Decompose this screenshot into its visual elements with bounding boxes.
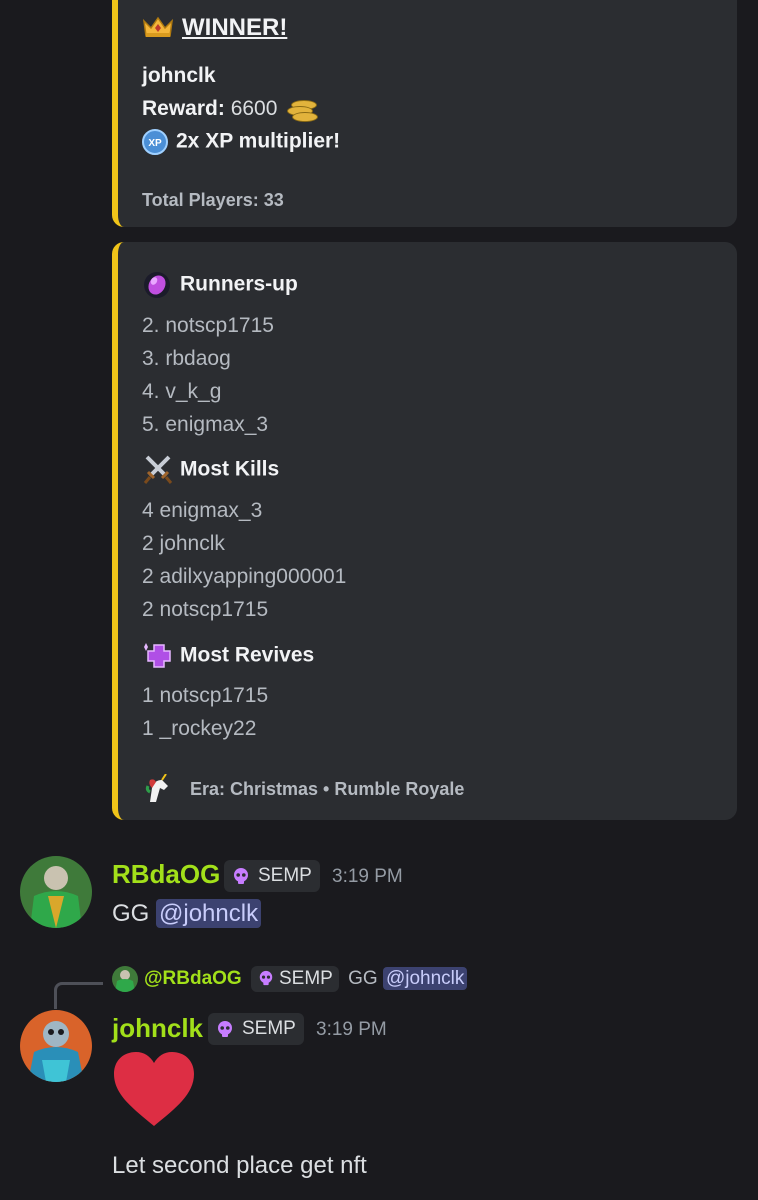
role-tag-label: SEMP (242, 1018, 296, 1039)
winner-title: WINNER! (182, 14, 288, 41)
most-revives-heading: Most Revives (142, 639, 314, 673)
skull-icon (259, 970, 273, 986)
reply-avatar (112, 966, 138, 992)
message-text: GG @johnclk (112, 899, 262, 928)
username[interactable]: RBdaOG (112, 859, 220, 890)
footer-text: Era: Christmas • Rumble Royale (190, 778, 465, 799)
winner-embed: WINNER! johnclk Reward: 6600 XP 2x XP mul… (112, 0, 737, 227)
role-tag-label: SEMP (258, 865, 312, 886)
reply-role-tag: SEMP (250, 966, 339, 993)
avatar[interactable] (20, 856, 92, 928)
list-item: 2. notscp1715 (142, 314, 274, 337)
most-kills-title: Most Kills (180, 457, 280, 481)
reward-label: Reward: (142, 97, 225, 120)
list-item: 2 notscp1715 (142, 598, 269, 621)
list-item: 2 johnclk (142, 532, 225, 555)
crossed-swords-icon (142, 454, 174, 486)
list-item: 4 enigmax_3 (142, 499, 263, 522)
skull-icon (218, 1021, 232, 1037)
most-revives-title: Most Revives (180, 643, 315, 667)
reward-row: Reward: 6600 (142, 97, 319, 123)
reply-connector (54, 982, 103, 1009)
most-kills-heading: Most Kills (142, 454, 279, 486)
list-item: 1 notscp1715 (142, 684, 269, 707)
results-embed: Runners-up 2. notscp1715 3. rbdaog 4. v_… (112, 242, 737, 820)
unicorn-icon (142, 773, 174, 806)
timestamp: 3:19 PM (332, 866, 403, 887)
list-item: 2 adilxyapping000001 (142, 565, 347, 588)
list-item: 3. rbdaog (142, 347, 231, 370)
username[interactable]: johnclk (112, 1013, 203, 1044)
revive-plus-icon (142, 639, 176, 673)
reward-value: 6600 (230, 97, 278, 120)
heart-emoji-icon (112, 1050, 196, 1133)
reply-username[interactable]: @RBdaOG (144, 968, 242, 989)
total-players: Total Players: 33 (142, 190, 284, 210)
role-tag[interactable]: SEMP (224, 860, 320, 892)
multiplier-text: 2x XP multiplier! (176, 129, 341, 153)
multiplier-row: XP 2x XP multiplier! (142, 129, 340, 155)
crown-icon (142, 15, 174, 39)
skull-icon (234, 868, 248, 884)
list-item: 4. v_k_g (142, 380, 222, 403)
coins-icon (287, 98, 319, 123)
xp-badge-icon: XP (142, 129, 168, 155)
reply-role-tag-label: SEMP (278, 968, 333, 990)
reply-text: GG (348, 968, 378, 990)
runners-up-title: Runners-up (180, 272, 298, 296)
reply-mention[interactable]: @johnclk (382, 967, 468, 991)
message-text-prefix: GG (112, 900, 150, 927)
purple-gem-icon (142, 270, 172, 300)
timestamp: 3:19 PM (316, 1019, 387, 1040)
avatar[interactable] (20, 1010, 92, 1082)
embed-footer: Era: Christmas • Rumble Royale (142, 773, 465, 806)
reply-preview[interactable]: @RBdaOG SEMP GG @johnclk (112, 966, 468, 993)
message-text: Let second place get nft (112, 1152, 367, 1179)
runners-up-heading: Runners-up (142, 270, 298, 300)
list-item: 1 _rockey22 (142, 717, 257, 740)
role-tag[interactable]: SEMP (208, 1013, 304, 1045)
user-mention[interactable]: @johnclk (156, 899, 262, 928)
list-item: 5. enigmax_3 (142, 413, 269, 436)
winner-title-row: WINNER! (142, 14, 287, 42)
winner-name: johnclk (142, 64, 216, 87)
